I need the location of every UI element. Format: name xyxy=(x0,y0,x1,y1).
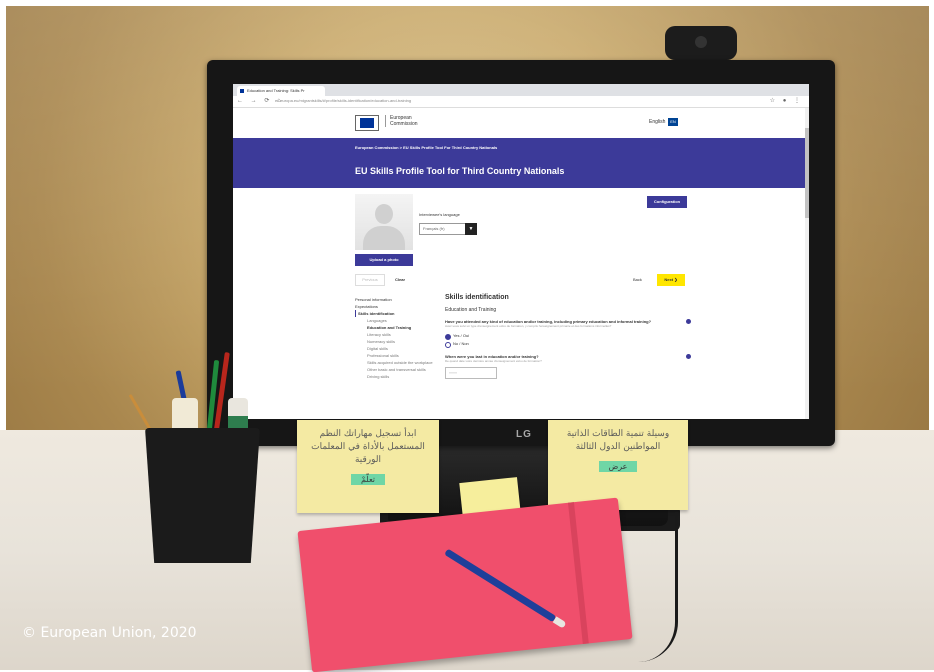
main-content: Skills identification Education and Trai… xyxy=(445,294,691,379)
next-button[interactable]: Next ❯ xyxy=(657,274,685,286)
interviewee-language-select[interactable]: Français (fr) ▼ xyxy=(419,223,477,235)
sidebar-subitem-literacy[interactable]: Literacy skills xyxy=(355,331,425,338)
configuration-button[interactable]: Configuration xyxy=(647,196,687,208)
year-input[interactable]: YYYY xyxy=(445,367,497,379)
browser-urlbar[interactable]: ← → ⟳ ⌂ ec.europa.eu/migrantskills/#/pro… xyxy=(233,96,809,108)
pen-holder xyxy=(145,428,260,563)
org-name: European Commission xyxy=(385,115,429,127)
page-scrollbar[interactable] xyxy=(805,108,809,419)
info-icon[interactable] xyxy=(686,319,691,324)
copyright-caption: © European Union, 2020 xyxy=(22,625,197,641)
monitor-brand: LG xyxy=(516,429,532,440)
sticky-note-left-text: ابدأ تسجيل مهاراتك النظم المستعمل بالأدا… xyxy=(311,429,425,465)
monitor-screen: Education and Training: Skills Pr ← → ⟳ … xyxy=(233,84,809,419)
chevron-down-icon[interactable]: ▼ xyxy=(465,223,477,235)
avatar-head-icon xyxy=(375,204,393,224)
tab-title: Education and Training: Skills Pr xyxy=(247,88,305,93)
sticky-note-right-text: وسيلة تنمية الطاقات الذاتية المواطنين ال… xyxy=(566,429,670,452)
sidebar-subitem-numeracy[interactable]: Numeracy skills xyxy=(355,338,425,345)
language-selector[interactable]: English xyxy=(649,119,665,125)
eu-flag-logo[interactable] xyxy=(355,115,379,131)
sidebar-item-skills-identification[interactable]: Skills identification xyxy=(355,310,425,317)
interviewee-language-value: Français (fr) xyxy=(423,226,445,231)
previous-button[interactable]: Previous xyxy=(355,274,385,286)
sidebar-subitem-professional[interactable]: Professional skills xyxy=(355,352,425,359)
scroll-thumb[interactable] xyxy=(805,128,809,218)
address-url[interactable]: ec.europa.eu/migrantskills/#/profile/ski… xyxy=(275,98,411,103)
avatar-body-icon xyxy=(363,226,405,250)
question-2-text: When were you last in education and/or t… xyxy=(445,354,539,359)
question-1-text: Have you attended any kind of education … xyxy=(445,319,652,324)
upload-photo-button[interactable]: Upload a photo xyxy=(355,254,413,266)
sidebar-subitem-languages[interactable]: Languages xyxy=(355,317,425,324)
avatar-placeholder xyxy=(355,194,413,250)
sidebar-subitem-education[interactable]: Education and Training xyxy=(355,324,425,331)
sticky-note-left: ابدأ تسجيل مهاراتك النظم المستعمل بالأدا… xyxy=(297,420,439,513)
interviewee-language-label: Interviewee's language xyxy=(419,212,460,217)
site-header: European Commission English EN xyxy=(233,108,809,138)
sidebar-subitem-driving[interactable]: Driving skills xyxy=(355,373,425,380)
sticky-note-right: وسيلة تنمية الطاقات الذاتية المواطنين ال… xyxy=(548,420,688,510)
sticky-note-right-tag: عرض xyxy=(598,461,638,472)
question-2: When were you last in education and/or t… xyxy=(445,354,691,359)
webcam-lens xyxy=(695,36,707,48)
subsection-title: Education and Training xyxy=(445,307,497,313)
back-button[interactable]: Back xyxy=(633,277,642,282)
browser-tab[interactable]: Education and Training: Skills Pr xyxy=(237,86,325,96)
language-code-badge[interactable]: EN xyxy=(668,118,678,126)
photo-frame: LG Education and Training: Skills Pr ← →… xyxy=(0,0,934,672)
breadcrumb[interactable]: European Commission > EU Skills Profile … xyxy=(355,145,497,150)
sidebar-subitem-digital[interactable]: Digital skills xyxy=(355,345,425,352)
highlighter-cap xyxy=(228,416,248,428)
clear-button[interactable]: Clear xyxy=(395,277,405,282)
radio-yes[interactable]: Yes / Oui xyxy=(445,332,691,340)
webcam xyxy=(665,26,737,60)
sidebar-subitem-transversal[interactable]: Other basic and transversal skills xyxy=(355,366,426,373)
sidebar-nav: Personal information Expectations Skills… xyxy=(355,296,433,380)
question-1: Have you attended any kind of education … xyxy=(445,319,691,324)
favicon-icon xyxy=(240,89,244,93)
sticky-note-left-tag: تعلّمْ xyxy=(350,474,386,485)
question-2-hint: De quand date votre dernière année d'ens… xyxy=(445,359,542,363)
info-icon[interactable] xyxy=(686,354,691,359)
sidebar-subitem-outside-workplace[interactable]: Skills acquired outside the workplace xyxy=(355,359,433,366)
browser-menu-icon[interactable]: ☆ ● ⋮ xyxy=(770,97,803,104)
radio-no[interactable]: No / Non xyxy=(445,340,691,348)
page-title: EU Skills Profile Tool for Third Country… xyxy=(355,166,565,176)
browser-tabbar: Education and Training: Skills Pr xyxy=(233,84,809,96)
notebook-band xyxy=(567,502,589,645)
question-1-hint: Avez-vous suivi un type d'enseignement e… xyxy=(445,324,612,328)
eu-flag-icon xyxy=(360,118,374,128)
sidebar-item-expectations[interactable]: Expectations xyxy=(355,303,425,310)
sidebar-item-personal-information[interactable]: Personal information xyxy=(355,296,425,303)
page-banner: European Commission > EU Skills Profile … xyxy=(233,138,809,188)
section-heading: Skills identification xyxy=(445,294,509,301)
